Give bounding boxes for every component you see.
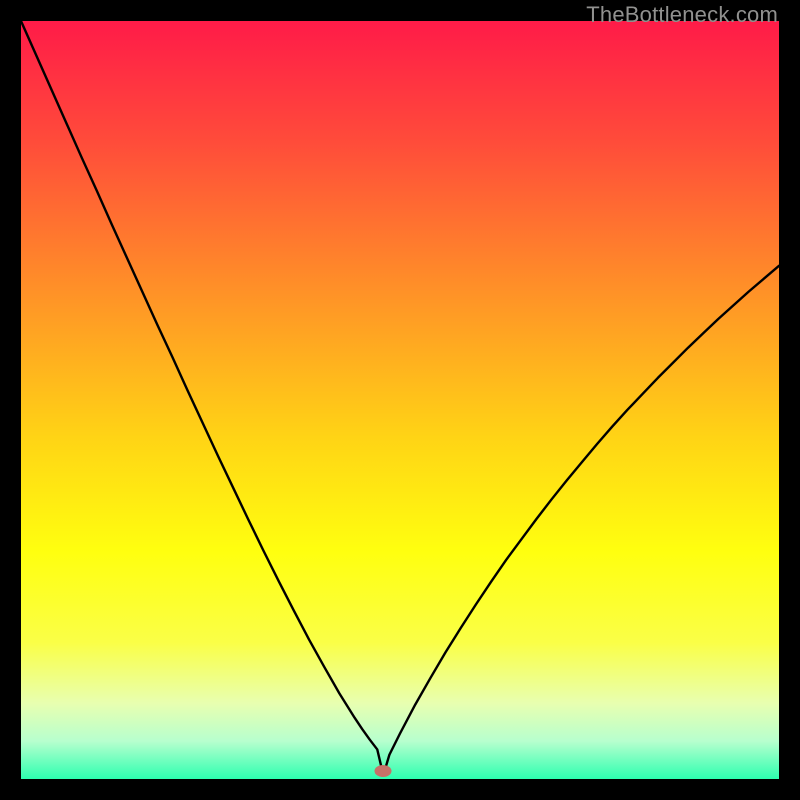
chart-frame xyxy=(21,21,779,779)
watermark-text: TheBottleneck.com xyxy=(586,2,778,28)
bottleneck-curve-chart xyxy=(21,21,779,779)
optimum-marker xyxy=(375,765,392,777)
gradient-background xyxy=(21,21,779,779)
